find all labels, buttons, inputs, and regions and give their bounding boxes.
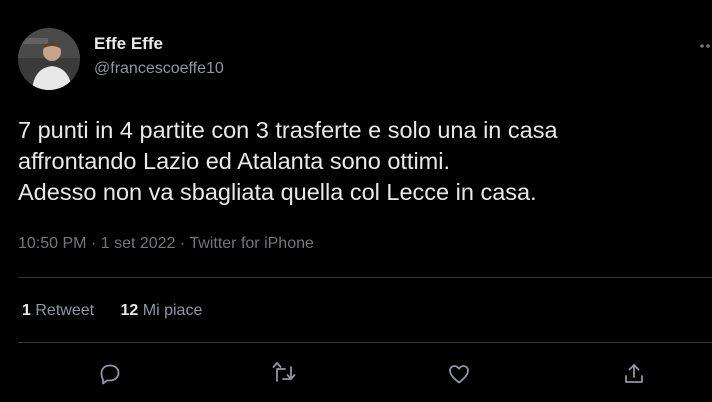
meta-separator: · [90, 235, 97, 252]
tweet-time[interactable]: 10:50 PM [18, 235, 86, 252]
tweet-actions [0, 360, 712, 388]
divider [18, 342, 712, 343]
retweet-count: 1 [22, 302, 31, 319]
retweet-icon[interactable] [270, 360, 298, 388]
retweet-label: Retweet [35, 302, 95, 319]
more-options-icon[interactable] [698, 36, 712, 56]
divider [18, 277, 712, 278]
tweet-text-line: affrontando Lazio ed Atalanta sono ottim… [18, 148, 451, 174]
tweet-stats: 1 Retweet 12 Mi piace [22, 302, 224, 320]
tweet-text-line: Adesso non va sbagliata quella col Lecce… [18, 179, 537, 205]
reply-icon[interactable] [96, 360, 124, 388]
tweet-text-line: 7 punti in 4 partite con 3 trasferte e s… [18, 117, 558, 143]
display-name[interactable]: Effe Effe [94, 34, 163, 54]
retweet-stat[interactable]: 1 Retweet [22, 302, 94, 320]
tweet-text: 7 punti in 4 partite con 3 trasferte e s… [18, 115, 708, 208]
like-icon[interactable] [445, 360, 473, 388]
tweet-meta: 10:50 PM · 1 set 2022 · Twitter for iPho… [18, 235, 314, 253]
avatar[interactable] [18, 28, 80, 90]
like-label: Mi piace [142, 302, 203, 319]
like-stat[interactable]: 12 Mi piace [121, 302, 203, 320]
tweet-card: Effe Effe @francescoeffe10 7 punti in 4 … [0, 0, 712, 402]
tweet-date[interactable]: 1 set 2022 [101, 235, 176, 252]
user-handle[interactable]: @francescoeffe10 [94, 60, 224, 78]
meta-separator: · [179, 235, 186, 252]
like-count: 12 [120, 302, 139, 319]
share-icon[interactable] [620, 360, 648, 388]
tweet-source[interactable]: Twitter for iPhone [189, 235, 314, 252]
